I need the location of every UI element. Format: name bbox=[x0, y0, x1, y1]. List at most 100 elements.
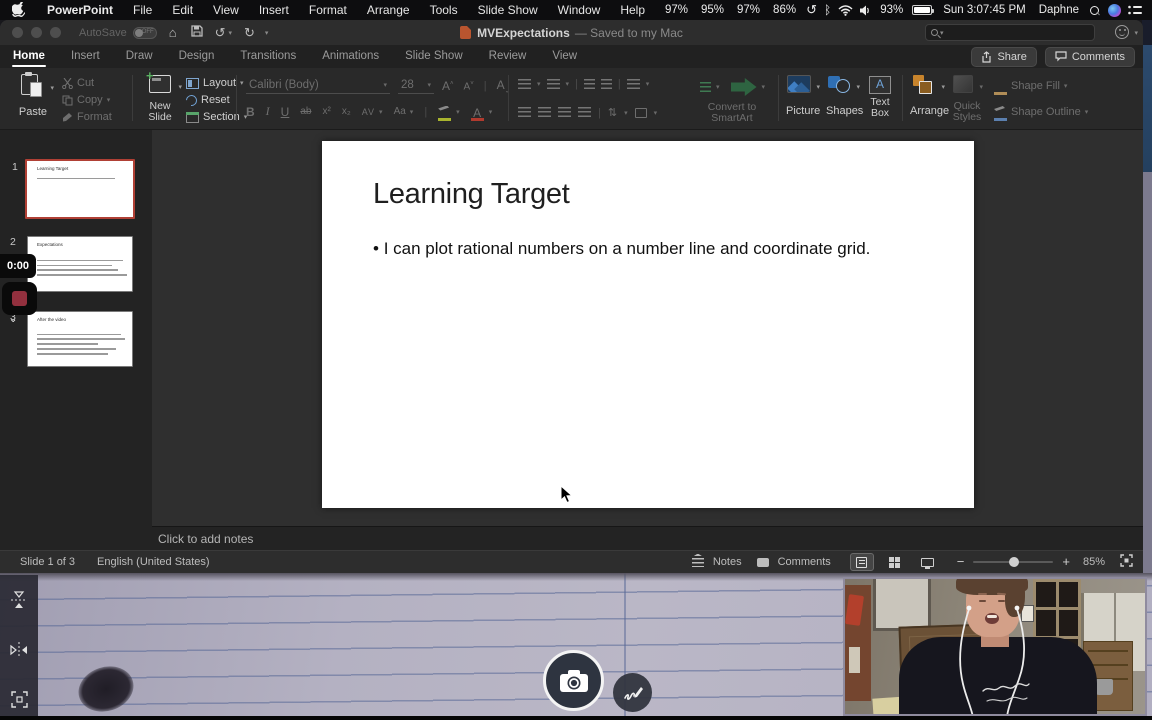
arrange-button[interactable]: ▾ Arrange bbox=[910, 75, 949, 117]
strikethrough-button[interactable]: ab bbox=[300, 106, 311, 117]
font-color-button[interactable]: A bbox=[470, 106, 484, 121]
increase-indent-icon[interactable] bbox=[600, 78, 612, 90]
slide-editor-area[interactable]: Learning Target • I can plot rational nu… bbox=[152, 130, 1143, 526]
autosave-toggle[interactable]: OFF bbox=[132, 26, 157, 39]
tab-home[interactable]: Home bbox=[0, 45, 58, 68]
notes-toggle-label[interactable]: Notes bbox=[713, 556, 742, 568]
notes-pane[interactable]: Click to add notes bbox=[152, 526, 1143, 550]
tab-draw[interactable]: Draw bbox=[113, 45, 166, 68]
font-name-select[interactable]: Calibri (Body) ▾ bbox=[246, 77, 390, 94]
tab-view[interactable]: View bbox=[539, 45, 590, 68]
menu-view[interactable]: View bbox=[203, 0, 249, 20]
bold-button[interactable]: B bbox=[246, 105, 255, 119]
comments-button[interactable]: Comments bbox=[1044, 46, 1135, 67]
slide-thumbnail-1[interactable]: Learning Target bbox=[25, 159, 135, 219]
picture-button[interactable]: ▾ Picture bbox=[786, 75, 820, 117]
slide-title-text[interactable]: Learning Target bbox=[373, 178, 570, 211]
layout-button[interactable]: Layout ▾ bbox=[186, 77, 244, 89]
tab-transitions[interactable]: Transitions bbox=[227, 45, 309, 68]
menu-slide-show[interactable]: Slide Show bbox=[468, 0, 548, 20]
annotate-pen-button[interactable] bbox=[613, 673, 652, 712]
slide-canvas[interactable]: Learning Target • I can plot rational nu… bbox=[322, 141, 974, 508]
save-icon[interactable] bbox=[190, 20, 203, 45]
share-button[interactable]: Share bbox=[971, 46, 1037, 67]
subscript-button[interactable]: x₂ bbox=[342, 106, 351, 117]
slideshow-view-button[interactable] bbox=[916, 553, 940, 571]
smartart-icon[interactable] bbox=[730, 78, 757, 96]
toolbar-chevron-icon[interactable]: ▾ bbox=[265, 29, 269, 37]
quick-styles-button[interactable]: ▾ Quick Styles bbox=[950, 75, 984, 123]
shape-outline-button[interactable]: Shape Outline ▾ bbox=[994, 106, 1088, 121]
section-button[interactable]: Section ▾ bbox=[186, 111, 247, 123]
menu-arrange[interactable]: Arrange bbox=[357, 0, 420, 20]
menu-file[interactable]: File bbox=[123, 0, 162, 20]
convert-smartart-label[interactable]: Convert to SmartArt bbox=[694, 102, 770, 124]
undo-chevron-icon[interactable]: ▾ bbox=[228, 29, 232, 37]
recording-stop-button[interactable] bbox=[2, 282, 37, 315]
menu-tools[interactable]: Tools bbox=[420, 0, 468, 20]
zoom-out-button[interactable]: − bbox=[957, 555, 965, 568]
flip-vertical-icon[interactable] bbox=[11, 591, 27, 614]
volume-icon[interactable] bbox=[860, 5, 873, 16]
time-machine-icon[interactable]: ↺ bbox=[806, 2, 817, 18]
zoom-button[interactable] bbox=[50, 27, 61, 38]
text-direction-icon[interactable]: ⇅ bbox=[608, 106, 617, 119]
tab-insert[interactable]: Insert bbox=[58, 45, 113, 68]
camera-snapshot-button[interactable] bbox=[543, 650, 604, 711]
slide-thumbnail-2[interactable]: Expectations bbox=[27, 236, 133, 292]
align-left-icon[interactable] bbox=[518, 107, 531, 118]
text-box-button[interactable]: A Text Box bbox=[864, 75, 896, 119]
zoom-level-label[interactable]: 85% bbox=[1083, 556, 1105, 568]
underline-button[interactable]: U bbox=[281, 105, 290, 119]
close-button[interactable] bbox=[12, 27, 23, 38]
numbered-list-icon[interactable] bbox=[546, 78, 560, 90]
text-highlight-button[interactable] bbox=[438, 106, 452, 121]
undo-icon[interactable]: ↺ bbox=[215, 20, 226, 45]
zoom-slider-knob[interactable] bbox=[1009, 556, 1020, 567]
feedback-chevron-icon[interactable]: ▾ bbox=[1134, 29, 1138, 37]
wifi-icon[interactable] bbox=[838, 4, 853, 16]
copy-button[interactable]: Copy ▾ bbox=[62, 94, 110, 106]
shapes-button[interactable]: ▾ Shapes bbox=[826, 75, 863, 117]
ribbon-search-input[interactable]: ▾ bbox=[925, 24, 1095, 41]
menu-help[interactable]: Help bbox=[610, 0, 655, 20]
line-spacing-icon[interactable] bbox=[626, 78, 640, 90]
zoom-slider[interactable] bbox=[973, 556, 1054, 567]
tab-design[interactable]: Design bbox=[166, 45, 228, 68]
minimize-button[interactable] bbox=[31, 27, 42, 38]
menu-clock[interactable]: Sun 3:07:45 PM bbox=[939, 4, 1029, 16]
new-slide-button[interactable]: ▾ NewSlide bbox=[140, 68, 182, 123]
recorder-chevron-icon[interactable]: ⌄ bbox=[9, 314, 17, 325]
menu-app-name[interactable]: PowerPoint bbox=[37, 3, 123, 17]
feedback-smiley-icon[interactable] bbox=[1115, 25, 1129, 39]
menu-edit[interactable]: Edit bbox=[162, 0, 203, 20]
home-icon[interactable]: ⌂ bbox=[169, 20, 177, 45]
tab-review[interactable]: Review bbox=[476, 45, 540, 68]
spotlight-icon[interactable] bbox=[1088, 5, 1101, 15]
focus-frame-icon[interactable] bbox=[10, 691, 28, 713]
paste-button[interactable]: ▾ Paste bbox=[10, 72, 56, 118]
comments-toggle-label[interactable]: Comments bbox=[778, 556, 831, 568]
tab-animations[interactable]: Animations bbox=[309, 45, 392, 68]
shape-fill-button[interactable]: Shape Fill ▾ bbox=[994, 80, 1067, 95]
zoom-in-button[interactable]: + bbox=[1062, 555, 1070, 568]
bullet-list-icon[interactable] bbox=[518, 78, 531, 90]
italic-button[interactable]: I bbox=[266, 104, 270, 119]
comments-toggle-icon[interactable] bbox=[756, 557, 769, 567]
shrink-font-button[interactable]: A˅ bbox=[464, 81, 474, 92]
fast-user-switch[interactable]: Daphne bbox=[1037, 4, 1081, 16]
menu-insert[interactable]: Insert bbox=[249, 0, 299, 20]
shape-text-icon[interactable] bbox=[700, 81, 711, 93]
change-case-button[interactable]: Aa bbox=[394, 106, 406, 117]
align-right-icon[interactable] bbox=[558, 107, 571, 118]
character-spacing-button[interactable]: AV bbox=[362, 107, 375, 117]
normal-view-button[interactable] bbox=[849, 553, 874, 571]
flip-horizontal-icon[interactable] bbox=[10, 642, 28, 663]
grow-font-button[interactable]: A˄ bbox=[442, 79, 454, 93]
slide-sorter-view-button[interactable] bbox=[883, 553, 907, 571]
menu-window[interactable]: Window bbox=[548, 0, 611, 20]
align-text-icon[interactable] bbox=[634, 107, 647, 118]
notification-center-icon[interactable] bbox=[1128, 5, 1142, 16]
format-painter-button[interactable]: Format bbox=[62, 111, 112, 123]
bluetooth-icon[interactable]: ᛒ bbox=[824, 3, 831, 17]
